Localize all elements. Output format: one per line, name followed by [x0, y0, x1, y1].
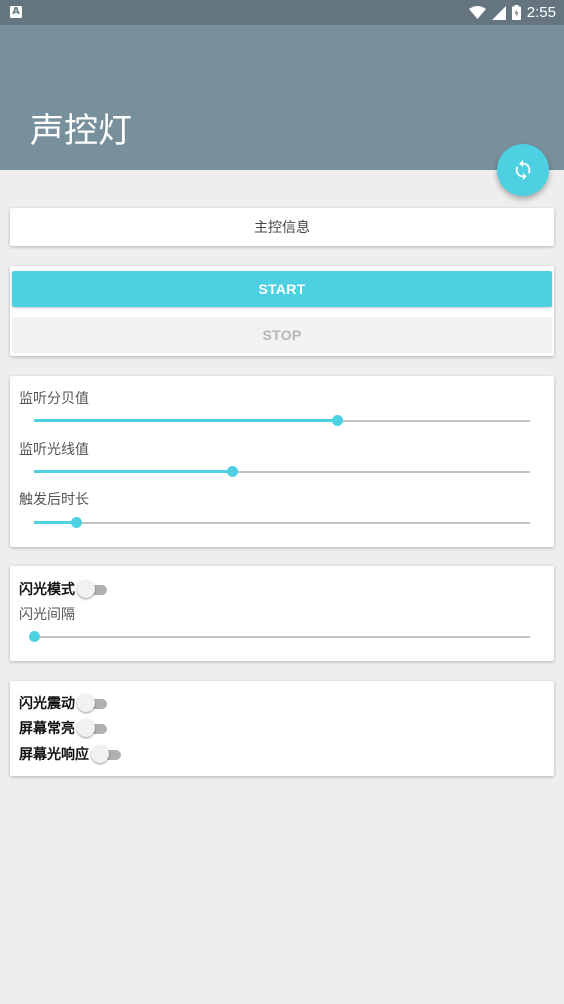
slider-thumb[interactable] [29, 631, 40, 642]
sliders-card: 监听分贝值 监听光线值 触发后时长 [10, 376, 554, 547]
screen-light-response-switch[interactable] [91, 744, 125, 764]
screen-always-on-switch[interactable] [77, 718, 111, 738]
cell-signal-icon [491, 5, 506, 20]
app-title: 声控灯 [30, 111, 132, 151]
status-bar: A 2:55 [0, 0, 564, 25]
duration-slider[interactable] [34, 517, 530, 529]
decibel-slider[interactable] [34, 415, 530, 427]
slider-thumb[interactable] [227, 466, 239, 477]
battery-icon [511, 5, 521, 20]
flash-mode-label: 闪光模式 [19, 582, 75, 598]
slider-fill [34, 470, 233, 473]
flash-vibrate-row: 闪光震动 [19, 693, 111, 713]
start-button[interactable]: START [12, 271, 552, 307]
slider-thumb[interactable] [331, 415, 343, 426]
flash-card: 闪光模式 闪光间隔 [10, 566, 554, 661]
slider-thumb[interactable] [71, 517, 83, 528]
stop-button[interactable]: STOP [12, 317, 552, 353]
flash-vibrate-switch[interactable] [77, 693, 111, 713]
flash-interval-label: 闪光间隔 [19, 607, 75, 623]
master-info-label: 主控信息 [254, 220, 310, 236]
light-label: 监听光线值 [19, 442, 89, 458]
flash-mode-switch[interactable] [77, 579, 111, 599]
screen-light-response-label: 屏幕光响应 [19, 747, 89, 763]
status-icons: 2:55 [468, 0, 556, 25]
wifi-icon [468, 6, 486, 19]
clock: 2:55 [526, 4, 556, 21]
flash-interval-slider[interactable] [29, 631, 530, 643]
flash-mode-row: 闪光模式 [19, 579, 111, 599]
screen-always-on-label: 屏幕常亮 [19, 721, 75, 737]
refresh-button[interactable] [497, 144, 549, 196]
light-slider[interactable] [34, 466, 530, 478]
toggles-card: 闪光震动 屏幕常亮 屏幕光响应 [10, 681, 554, 776]
decibel-label: 监听分贝值 [19, 391, 89, 407]
screen-always-on-row: 屏幕常亮 [19, 718, 111, 738]
notification-icon: A [10, 6, 22, 18]
flash-vibrate-label: 闪光震动 [19, 696, 75, 712]
control-buttons-card: START STOP [10, 266, 554, 356]
duration-label: 触发后时长 [19, 492, 89, 508]
refresh-icon [515, 159, 531, 181]
slider-fill [34, 419, 337, 422]
master-info-card[interactable]: 主控信息 [10, 208, 554, 246]
screen-light-response-row: 屏幕光响应 [19, 744, 125, 764]
app-bar: 声控灯 [0, 25, 564, 170]
slider-fill [34, 521, 77, 524]
